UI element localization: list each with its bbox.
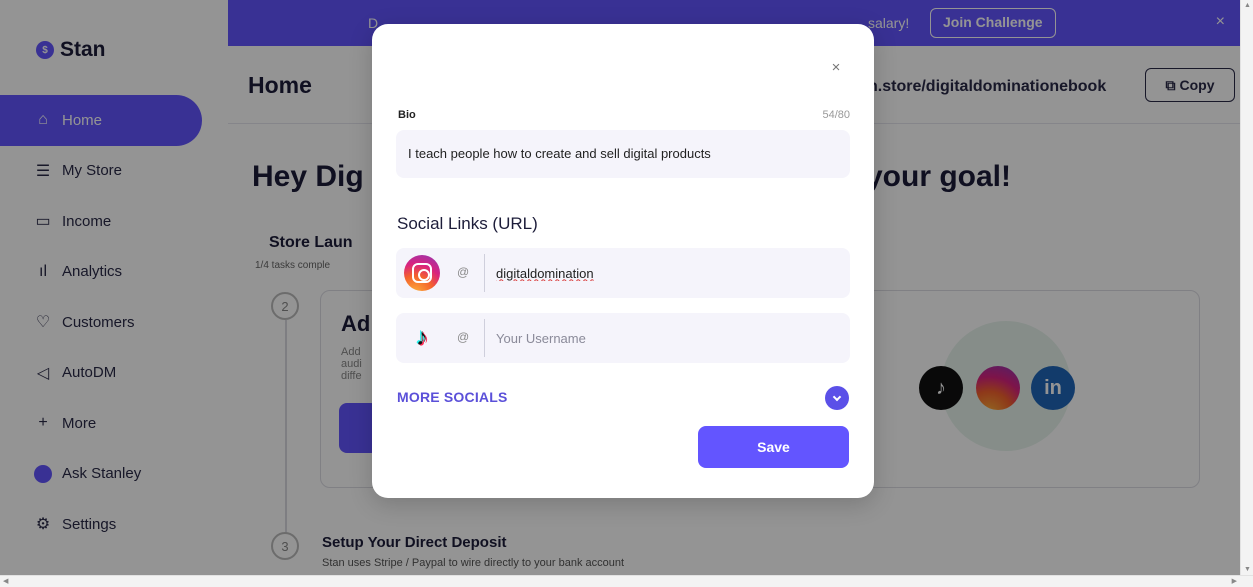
tiktok-link-row: ♪ @ [396,313,850,363]
bio-label: Bio [398,109,416,121]
close-icon[interactable]: × [824,56,848,80]
tiktok-icon: ♪ [416,324,428,351]
scroll-up-icon[interactable]: ▲ [1244,2,1251,9]
instagram-link-row: @ [396,248,850,298]
vertical-scrollbar[interactable]: ▲ ▼ [1240,0,1253,575]
instagram-icon [404,255,440,291]
save-button[interactable]: Save [698,426,849,468]
social-links-title: Social Links (URL) [397,214,538,233]
tiktok-username-input[interactable] [496,325,836,351]
scroll-down-icon[interactable]: ▼ [1244,566,1251,573]
instagram-username-input[interactable] [496,260,836,286]
scroll-left-icon[interactable]: ◀ [3,577,8,585]
divider [484,319,485,357]
scroll-right-icon[interactable]: ▶ [1232,577,1237,585]
at-symbol: @ [457,330,470,344]
edit-profile-modal: × Bio 54/80 I teach people how to create… [372,24,874,498]
horizontal-scrollbar[interactable]: ◀ ▶ [0,575,1253,587]
divider [484,254,485,292]
bio-field[interactable]: I teach people how to create and sell di… [396,130,850,178]
chevron-down-icon[interactable] [825,386,849,410]
bio-char-count: 54/80 [822,109,850,121]
at-symbol: @ [457,265,470,279]
more-socials-toggle[interactable]: MORE SOCIALS [397,389,508,405]
